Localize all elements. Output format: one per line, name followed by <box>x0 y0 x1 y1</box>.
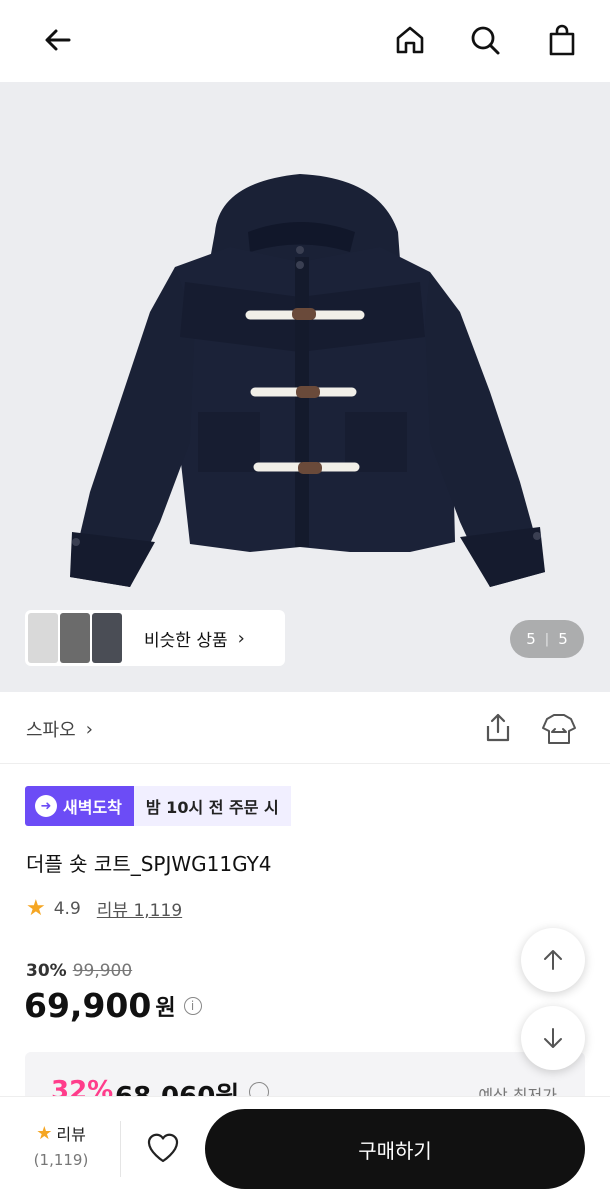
back-arrow-icon[interactable] <box>36 18 80 62</box>
scroll-down-button[interactable] <box>521 1006 585 1070</box>
toggle-fastener-2 <box>250 386 357 398</box>
delivery-truck-icon: ➜ <box>35 795 57 817</box>
bottom-review-button[interactable]: ★ 리뷰 (1,119) <box>22 1121 100 1170</box>
delivery-condition: 밤 10시 전 주문 시 <box>133 786 291 826</box>
dawn-delivery-badge: ➜ 새벽도착 밤 10시 전 주문 시 <box>25 786 291 826</box>
similar-products-button[interactable]: 비슷한 상품 › <box>25 610 285 666</box>
chevron-right-icon: › <box>237 627 245 649</box>
similar-thumbnail <box>92 613 122 663</box>
bottom-review-count: (1,119) <box>33 1151 89 1169</box>
bottom-action-bar: ★ 리뷰 (1,119) 구매하기 <box>0 1096 610 1200</box>
image-counter: 5 | 5 <box>510 620 584 658</box>
bottom-review-label: 리뷰 <box>56 1125 86 1144</box>
scroll-up-button[interactable] <box>521 928 585 992</box>
discount-rate: 30% <box>26 961 67 981</box>
shopping-bag-icon[interactable] <box>540 18 584 62</box>
star-icon: ★ <box>36 1122 53 1144</box>
price-currency: 원 <box>155 995 176 1021</box>
home-icon[interactable] <box>388 18 432 62</box>
product-image-gallery[interactable]: 비슷한 상품 › 5 | 5 <box>0 82 610 692</box>
heart-icon[interactable] <box>144 1129 182 1167</box>
info-icon[interactable]: i <box>183 996 202 1015</box>
arrow-down-icon <box>544 1028 562 1048</box>
rating-score: 4.9 <box>53 898 81 919</box>
similar-products-label: 비슷한 상품 <box>144 630 228 651</box>
image-counter-separator: | <box>544 631 550 647</box>
discount-row: 30% 99,900 <box>26 961 132 981</box>
image-counter-total: 5 <box>558 630 568 648</box>
review-count-link[interactable]: 리뷰 1,119 <box>97 896 182 921</box>
size-fit-icon[interactable] <box>540 710 578 746</box>
similar-thumbnail <box>28 613 58 663</box>
brand-row: 스파오 › <box>0 692 610 764</box>
rating-row: ★ 4.9 리뷰 1,119 <box>26 896 182 921</box>
brand-link[interactable]: 스파오 › <box>26 716 93 742</box>
top-nav <box>0 0 610 82</box>
price-value: 69,900 <box>24 986 152 1025</box>
similar-thumbnail <box>60 613 90 663</box>
similar-thumbnails <box>28 613 122 663</box>
buy-button[interactable]: 구매하기 <box>205 1109 585 1189</box>
divider <box>120 1121 121 1177</box>
coat-product-image <box>70 174 545 587</box>
product-title: 더플 숏 코트_SPJWG11GY4 <box>26 852 272 876</box>
brand-name: 스파오 <box>26 720 76 741</box>
chevron-right-icon: › <box>85 718 93 740</box>
original-price: 99,900 <box>72 961 133 981</box>
sale-price: 69,900 원 i <box>24 986 202 1025</box>
arrow-up-icon <box>544 950 562 970</box>
dawn-delivery-label: ➜ 새벽도착 <box>25 786 134 826</box>
share-icon[interactable] <box>480 710 516 746</box>
search-icon[interactable] <box>463 18 507 62</box>
image-counter-current: 5 <box>526 630 536 648</box>
star-icon: ★ <box>26 896 46 921</box>
